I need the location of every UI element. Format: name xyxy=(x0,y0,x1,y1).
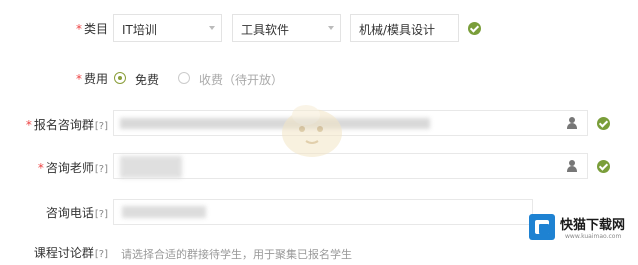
fee-paid-radio[interactable] xyxy=(178,72,190,84)
chevron-down-icon xyxy=(328,26,334,30)
fee-free-radio[interactable] xyxy=(114,72,126,84)
category-select-3[interactable]: 机械/模具设计 xyxy=(350,14,459,42)
check-icon xyxy=(597,160,610,173)
logo-icon xyxy=(529,214,555,240)
fee-row: * 费用 免费 收费（待开放） xyxy=(0,64,638,92)
help-icon[interactable]: [?] xyxy=(95,164,108,175)
help-icon[interactable]: [?] xyxy=(95,209,108,220)
check-icon xyxy=(468,22,481,35)
fee-label: * 费用 xyxy=(75,72,108,86)
help-icon[interactable]: [?] xyxy=(95,249,108,260)
category-label: * 类目 xyxy=(75,22,108,36)
fee-paid-label[interactable]: 收费（待开放） xyxy=(199,71,283,88)
category-row: * 类目 IT培训 工具软件 机械/模具设计 xyxy=(0,12,638,44)
category-select-1[interactable]: IT培训 xyxy=(113,14,222,42)
help-icon[interactable]: [?] xyxy=(95,121,108,132)
consult-teacher-label: * 咨询老师[?] xyxy=(37,161,108,175)
consult-phone-label: 咨询电话[?] xyxy=(45,206,108,220)
site-watermark-logo: 快猫下载网 www.kuaimao.com xyxy=(527,208,638,248)
user-icon[interactable] xyxy=(566,117,578,129)
course-group-placeholder[interactable]: 请选择合适的群接待学生，用于聚集已报名学生 xyxy=(121,246,352,262)
signup-group-label: * 报名咨询群[?] xyxy=(25,118,108,132)
blurred-value xyxy=(120,156,182,178)
category-select-2[interactable]: 工具软件 xyxy=(232,14,341,42)
check-icon xyxy=(597,117,610,130)
chevron-down-icon xyxy=(209,26,215,30)
fee-free-label[interactable]: 免费 xyxy=(135,71,159,88)
course-group-label: 课程讨论群[?] xyxy=(33,246,108,260)
blurred-value xyxy=(122,206,206,218)
user-icon[interactable] xyxy=(566,160,578,172)
mascot-watermark-icon xyxy=(282,105,342,157)
consult-phone-input[interactable] xyxy=(113,199,533,225)
